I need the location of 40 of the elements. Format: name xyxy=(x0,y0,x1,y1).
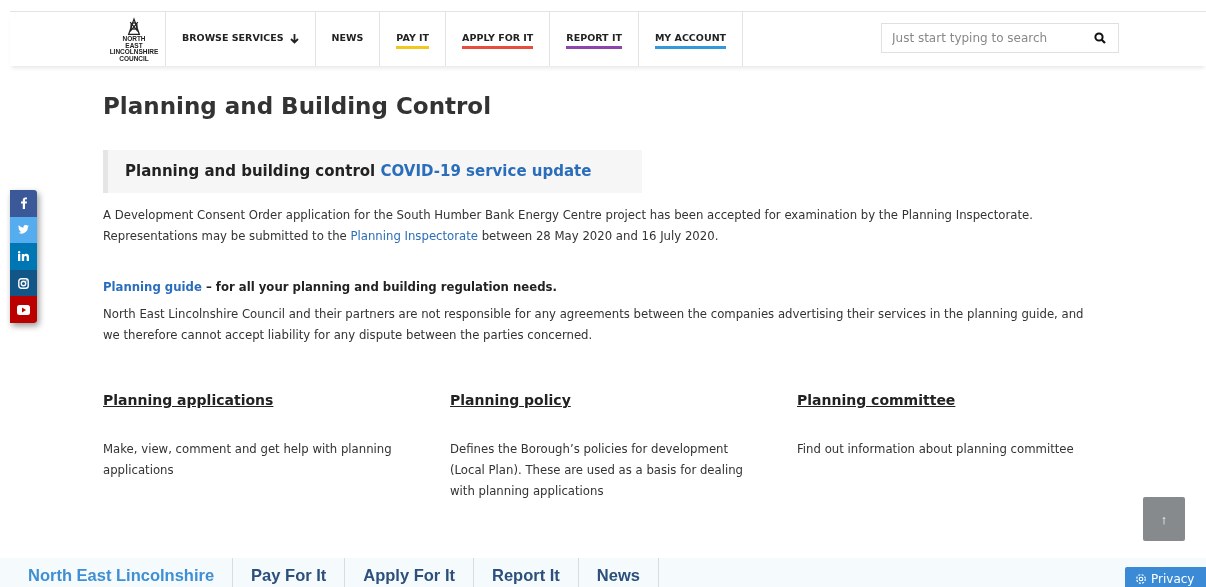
nav-link[interactable]: REPORT IT xyxy=(550,12,639,66)
nav-link[interactable]: APPLY FOR IT xyxy=(446,12,551,66)
privacy-button[interactable]: Privacy xyxy=(1125,567,1206,587)
disclaimer-paragraph: North East Lincolnshire Council and their partners are not responsible for any agreements between the companies advertising their services in the planning guide, and we therefore cannot accept liability for any dispute between the parties concerned. xyxy=(103,306,1085,344)
covid-update-link[interactable]: COVID-19 service update xyxy=(380,162,592,180)
section-description: Defines the Borough’s policies for development (Local Plan). These are used as a basis for dealing with planning applications xyxy=(450,441,745,500)
callout-text: Planning and building control COVID-19 service update xyxy=(125,161,592,182)
planning-guide-link[interactable]: Planning guide xyxy=(103,280,202,294)
inspectorate-link[interactable]: Planning Inspectorate xyxy=(350,229,478,243)
guide-text: Planning guide – for all your planning and building regulation needs. xyxy=(103,279,558,296)
facebook-icon xyxy=(20,197,27,210)
section-link[interactable]: Planning applications xyxy=(103,389,450,411)
crest-icon xyxy=(127,16,141,36)
footer-link[interactable]: Pay For It xyxy=(233,558,346,587)
footer-link[interactable]: Apply For It xyxy=(345,558,474,587)
linkedin-icon xyxy=(18,251,29,262)
bird-icon xyxy=(18,225,29,235)
footer-link[interactable]: News xyxy=(578,558,659,587)
notice-paragraph: A Development Consent Order application for the South Humber Bank Energy Centre project has been accepted for examination by the Planning Inspectorate. Representations may be submitted to the Planning Inspectorate between 28 May 2020 and 16 July 2020. xyxy=(103,207,1034,245)
social-link[interactable] xyxy=(10,269,37,297)
social-link[interactable] xyxy=(10,190,37,217)
camera-icon xyxy=(18,277,29,289)
social-link[interactable] xyxy=(10,296,37,323)
nav-link[interactable]: BROWSE SERVICES xyxy=(166,12,316,66)
play-icon xyxy=(17,304,30,315)
social-link[interactable] xyxy=(10,216,37,244)
footer-link[interactable]: Report It xyxy=(473,558,579,587)
section-link[interactable]: Planning policy xyxy=(450,389,797,411)
nav-link[interactable]: NEWS xyxy=(315,12,381,66)
nav-link[interactable]: PAY IT xyxy=(380,12,447,66)
settings-icon xyxy=(1135,573,1147,585)
search-field[interactable]: Just start typing to search xyxy=(881,23,1119,53)
page-title: Planning and Building Control xyxy=(103,92,493,121)
down-arrow-icon xyxy=(289,34,299,44)
nav-link[interactable]: MY ACCOUNT xyxy=(638,12,744,66)
social-link[interactable] xyxy=(10,243,37,270)
section-description: Make, view, comment and get help with planning applications xyxy=(103,441,393,479)
search-icon[interactable] xyxy=(1094,32,1106,44)
section-link[interactable]: Planning committee xyxy=(797,389,1107,411)
section-description: Find out information about planning committee xyxy=(797,441,1075,458)
